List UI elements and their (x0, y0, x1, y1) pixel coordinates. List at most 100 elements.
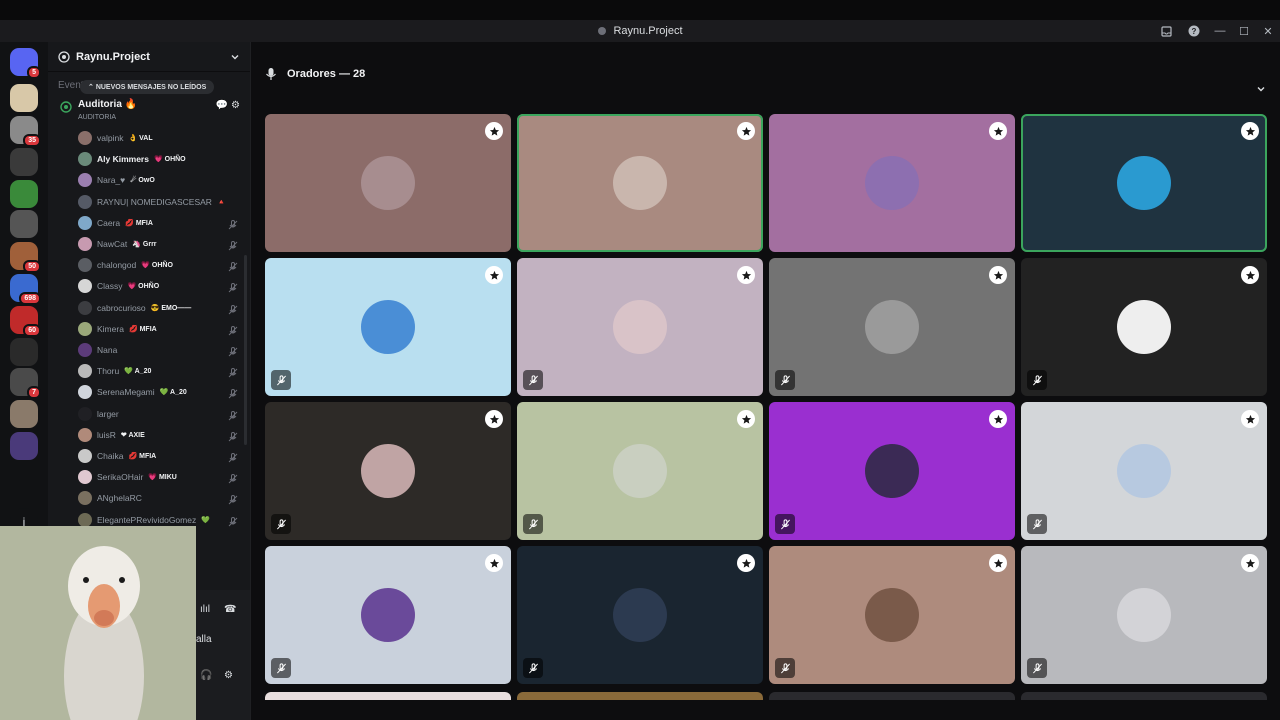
speaker-tile[interactable] (265, 546, 511, 684)
voice-member[interactable]: larger (78, 405, 248, 423)
voice-member[interactable]: Chaika 💋 MFIA (78, 447, 248, 465)
speaker-tile[interactable] (769, 402, 1015, 540)
chevron-down-icon[interactable] (230, 52, 240, 62)
voice-member[interactable]: ANghelaRC (78, 489, 248, 507)
server-icon[interactable]: 35 (10, 116, 41, 147)
settings-gear-icon[interactable]: ⚙ (224, 670, 233, 681)
server-icon[interactable] (10, 210, 38, 238)
server-name: Raynu.Project (76, 50, 150, 63)
speaker-tile[interactable] (517, 258, 763, 396)
disconnect-icon[interactable]: ☎ (224, 604, 236, 615)
server-icon[interactable]: 50 (10, 242, 41, 273)
channel-name: Auditoria 🔥 (78, 99, 138, 110)
speaker-tile[interactable] (517, 546, 763, 684)
voice-member[interactable]: Classy 💗 OHÑO (78, 277, 248, 295)
goose-image (0, 526, 196, 720)
speaker-tile[interactable] (769, 114, 1015, 252)
unread-messages-pill[interactable]: ⌃ NUEVOS MENSAJES NO LEÍDOS (80, 80, 215, 94)
speaker-tile-partial[interactable] (1021, 692, 1267, 700)
server-icon[interactable] (10, 84, 38, 112)
speaker-tile[interactable] (1021, 114, 1267, 252)
muted-mic-icon (228, 450, 238, 463)
voice-member[interactable]: Nana (78, 341, 248, 359)
voice-member[interactable]: cabrocurioso 😎 EMO—— (78, 299, 248, 317)
close-icon[interactable]: ✕ (1256, 25, 1280, 38)
soundboard-icon[interactable]: ılıl (200, 604, 210, 615)
moderator-star-icon (989, 122, 1007, 140)
window-controls: ? — ☐ ✕ (1152, 20, 1280, 42)
speaker-tile[interactable] (517, 402, 763, 540)
discord-home-icon[interactable]: 5 (10, 48, 41, 79)
inbox-icon[interactable] (1152, 25, 1180, 37)
speaker-tile-partial[interactable] (265, 692, 511, 700)
mention-badge: 698 (19, 292, 41, 305)
voice-member[interactable]: SerikaOHair 💗 MIKU (78, 468, 248, 486)
moderator-star-icon (737, 266, 755, 284)
speaker-tile-partial[interactable] (769, 692, 1015, 700)
voice-member[interactable]: Kimera 💋 MFIA (78, 320, 248, 338)
avatar (78, 215, 92, 230)
voice-member[interactable]: SerenaMegami 💚 A_20 (78, 383, 248, 401)
server-header[interactable]: Raynu.Project (48, 42, 250, 72)
server-icon[interactable] (10, 432, 38, 460)
speaker-avatar (361, 444, 415, 498)
gear-icon[interactable]: ⚙ (231, 100, 240, 111)
speaker-tile[interactable] (769, 258, 1015, 396)
avatar (78, 343, 92, 357)
speaker-tile[interactable] (769, 546, 1015, 684)
server-icon[interactable] (10, 180, 38, 208)
speaker-tile[interactable] (265, 402, 511, 540)
webcam-overlay-goose (0, 526, 196, 720)
avatar (78, 279, 92, 294)
voice-member[interactable]: Aly Kimmers 💗 OHÑO (78, 150, 248, 168)
speakers-count-label: Oradores — 28 (287, 68, 366, 80)
member-name: luisR (97, 429, 116, 440)
voice-member[interactable]: Nara_♥ ☄ OwO (78, 171, 248, 189)
voice-member[interactable]: NawCat 🦄 Grrr (78, 235, 248, 253)
screen-share-label[interactable]: alla (196, 634, 212, 645)
moderator-star-icon (485, 122, 503, 140)
voice-member[interactable]: Thoru 💚 A_20 (78, 362, 248, 380)
avatar (78, 427, 92, 442)
muted-mic-icon (271, 514, 291, 534)
server-icon[interactable] (10, 148, 38, 176)
speaker-avatar (613, 156, 667, 210)
speaker-tile[interactable] (265, 258, 511, 396)
voice-member[interactable]: RAYNU| NOMEDIGASCESAR 🔺 (78, 193, 248, 211)
avatar (78, 470, 92, 485)
help-icon[interactable]: ? (1180, 25, 1208, 37)
collapse-chevron-icon[interactable] (1256, 84, 1266, 94)
speaker-tile[interactable] (265, 114, 511, 252)
minimize-icon[interactable]: — (1208, 25, 1232, 37)
muted-mic-icon (523, 370, 543, 390)
speaker-avatar (865, 444, 919, 498)
member-name: Caera (97, 217, 121, 228)
voice-member[interactable]: chalongod 💗 OHÑO (78, 256, 248, 274)
voice-channel-auditoria[interactable]: Auditoria 🔥 AUDITORIA 💬 ⚙ (56, 97, 246, 127)
server-icon[interactable] (10, 338, 38, 366)
speaker-tile[interactable] (1021, 258, 1267, 396)
speaker-avatar (1117, 300, 1171, 354)
sidebar-scrollbar[interactable] (244, 255, 247, 445)
speaker-avatar (865, 588, 919, 642)
speaker-tile[interactable] (517, 114, 763, 252)
avatar (78, 364, 92, 379)
voice-member[interactable]: valpink 👌 VAL (78, 129, 248, 147)
member-name: SerenaMegami (97, 387, 155, 398)
maximize-icon[interactable]: ☐ (1232, 25, 1256, 38)
moderator-star-icon (485, 410, 503, 428)
server-icon[interactable]: 60 (10, 306, 41, 337)
server-icon[interactable]: 7 (10, 368, 41, 399)
headphones-icon[interactable]: 🎧 (200, 670, 212, 681)
member-tag: 👌 VAL (128, 135, 153, 142)
voice-member[interactable]: luisR ❤ AXIE (78, 426, 248, 444)
chat-icon[interactable]: 💬 (216, 100, 228, 111)
member-tag: 🦄 Grrr (132, 241, 157, 248)
voice-member[interactable]: Caera 💋 MFIA (78, 214, 248, 232)
server-icon[interactable] (10, 400, 38, 428)
speaker-tile[interactable] (1021, 546, 1267, 684)
speaker-tile[interactable] (1021, 402, 1267, 540)
muted-mic-icon (523, 658, 543, 678)
server-icon[interactable]: 698 (10, 274, 41, 305)
speaker-tile-partial[interactable] (517, 692, 763, 700)
